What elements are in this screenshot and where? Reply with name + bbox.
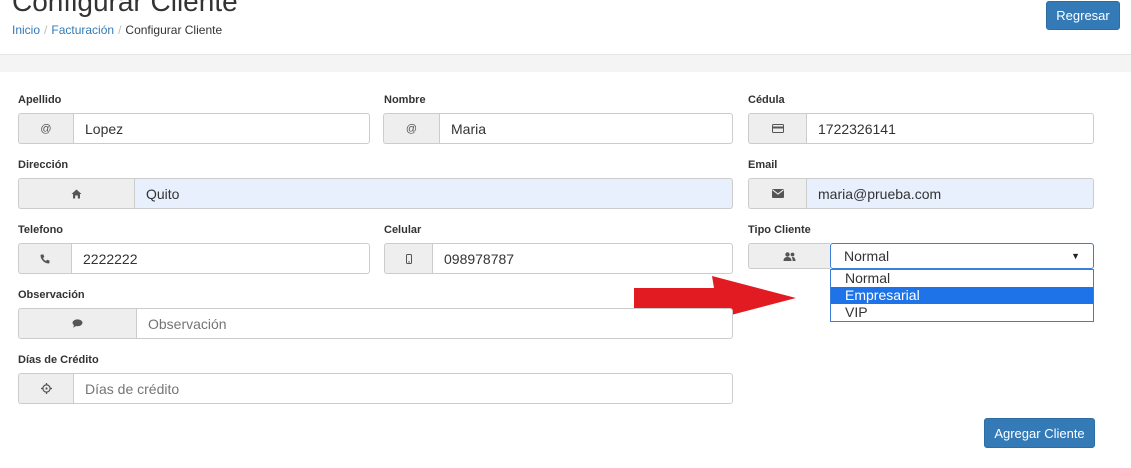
option-normal[interactable]: Normal [831,270,1093,287]
tipo-cliente-label: Tipo Cliente [748,224,811,236]
direccion-input[interactable]: Quito [134,178,733,209]
celular-group: 098978787 [384,243,733,274]
email-label: Email [748,159,778,171]
page-title: Configurar Cliente [12,0,238,17]
id-card-icon [748,113,806,144]
comment-icon [18,308,136,339]
at-icon: @ [383,113,439,144]
apellido-input[interactable]: Lopez [73,113,370,144]
breadcrumb-inicio[interactable]: Inicio [12,23,40,37]
tipo-cliente-selected: Normal [844,248,890,264]
nombre-group: @ Maria [383,113,733,144]
apellido-group: @ Lopez [18,113,370,144]
envelope-icon [748,178,806,209]
telefono-label: Telefono [18,224,64,236]
email-input[interactable]: maria@prueba.com [806,178,1094,209]
home-icon [18,178,134,209]
nombre-label: Nombre [384,94,426,106]
apellido-label: Apellido [18,94,62,106]
breadcrumb: Inicio / Facturación / Configurar Cliente [12,23,222,37]
add-client-button[interactable]: Agregar Cliente [984,418,1095,448]
gear-icon [18,373,73,404]
tipo-cliente-select[interactable]: Normal ▼ [830,243,1094,269]
telefono-input[interactable]: 2222222 [71,243,370,274]
option-empresarial[interactable]: Empresarial [831,287,1093,304]
cedula-input[interactable]: 1722326141 [806,113,1094,144]
direccion-group: Quito [18,178,733,209]
phone-icon [18,243,71,274]
users-icon [748,243,830,269]
tipo-cliente-dropdown: Normal Empresarial VIP [830,269,1094,322]
dias-credito-group [18,373,733,404]
observacion-label: Observación [18,289,85,301]
telefono-group: 2222222 [18,243,370,274]
cedula-group: 1722326141 [748,113,1094,144]
email-group: maria@prueba.com [748,178,1094,209]
option-vip[interactable]: VIP [831,304,1093,321]
breadcrumb-facturacion[interactable]: Facturación [51,23,114,37]
cedula-label: Cédula [748,94,785,106]
section-divider [0,54,1131,72]
mobile-icon [384,243,432,274]
at-icon: @ [18,113,73,144]
breadcrumb-separator: / [44,23,48,37]
caret-down-icon: ▼ [1071,251,1080,261]
dias-credito-input[interactable] [73,373,733,404]
direccion-label: Dirección [18,159,69,171]
breadcrumb-separator: / [118,23,122,37]
breadcrumb-current: Configurar Cliente [125,23,223,37]
nombre-input[interactable]: Maria [439,113,733,144]
observacion-input[interactable] [136,308,733,339]
back-button[interactable]: Regresar [1046,1,1120,30]
observacion-group [18,308,733,339]
celular-label: Celular [384,224,422,236]
dias-credito-label: Días de Crédito [18,354,99,366]
celular-input[interactable]: 098978787 [432,243,733,274]
